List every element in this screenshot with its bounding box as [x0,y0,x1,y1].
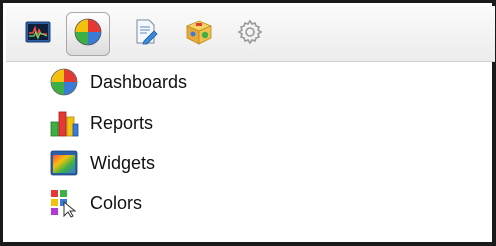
menu-item-widgets[interactable]: Widgets [6,143,495,183]
menu-item-colors[interactable]: Colors [6,183,495,223]
menu-item-label: Widgets [90,153,156,173]
gear-icon [237,19,263,50]
bar-chart-icon [49,108,79,138]
menu-panel: Dashboards Reports Widgets Colors [0,0,496,246]
document-edit-icon [134,19,158,50]
package-box-icon [185,19,213,50]
toolbar-button-document[interactable] [124,12,168,56]
toolbar-button-monitor[interactable] [16,12,60,56]
toolbar-button-settings[interactable] [228,12,272,56]
menu-item-label: Reports [90,113,154,133]
pie-chart-icon [49,67,79,97]
toolbar-button-dashboards[interactable] [66,12,110,56]
menu-item-label: Dashboards [90,72,188,92]
color-palette-icon [49,188,79,218]
menu-item-label: Colors [90,193,143,213]
pie-chart-icon [73,17,103,52]
menu-item-reports[interactable]: Reports [6,103,495,143]
widget-window-icon [49,148,79,178]
toolbar-button-package[interactable] [177,12,221,56]
toolbar [6,6,495,62]
monitor-chart-icon [25,20,51,49]
menu-item-dashboards[interactable]: Dashboards [6,62,495,102]
